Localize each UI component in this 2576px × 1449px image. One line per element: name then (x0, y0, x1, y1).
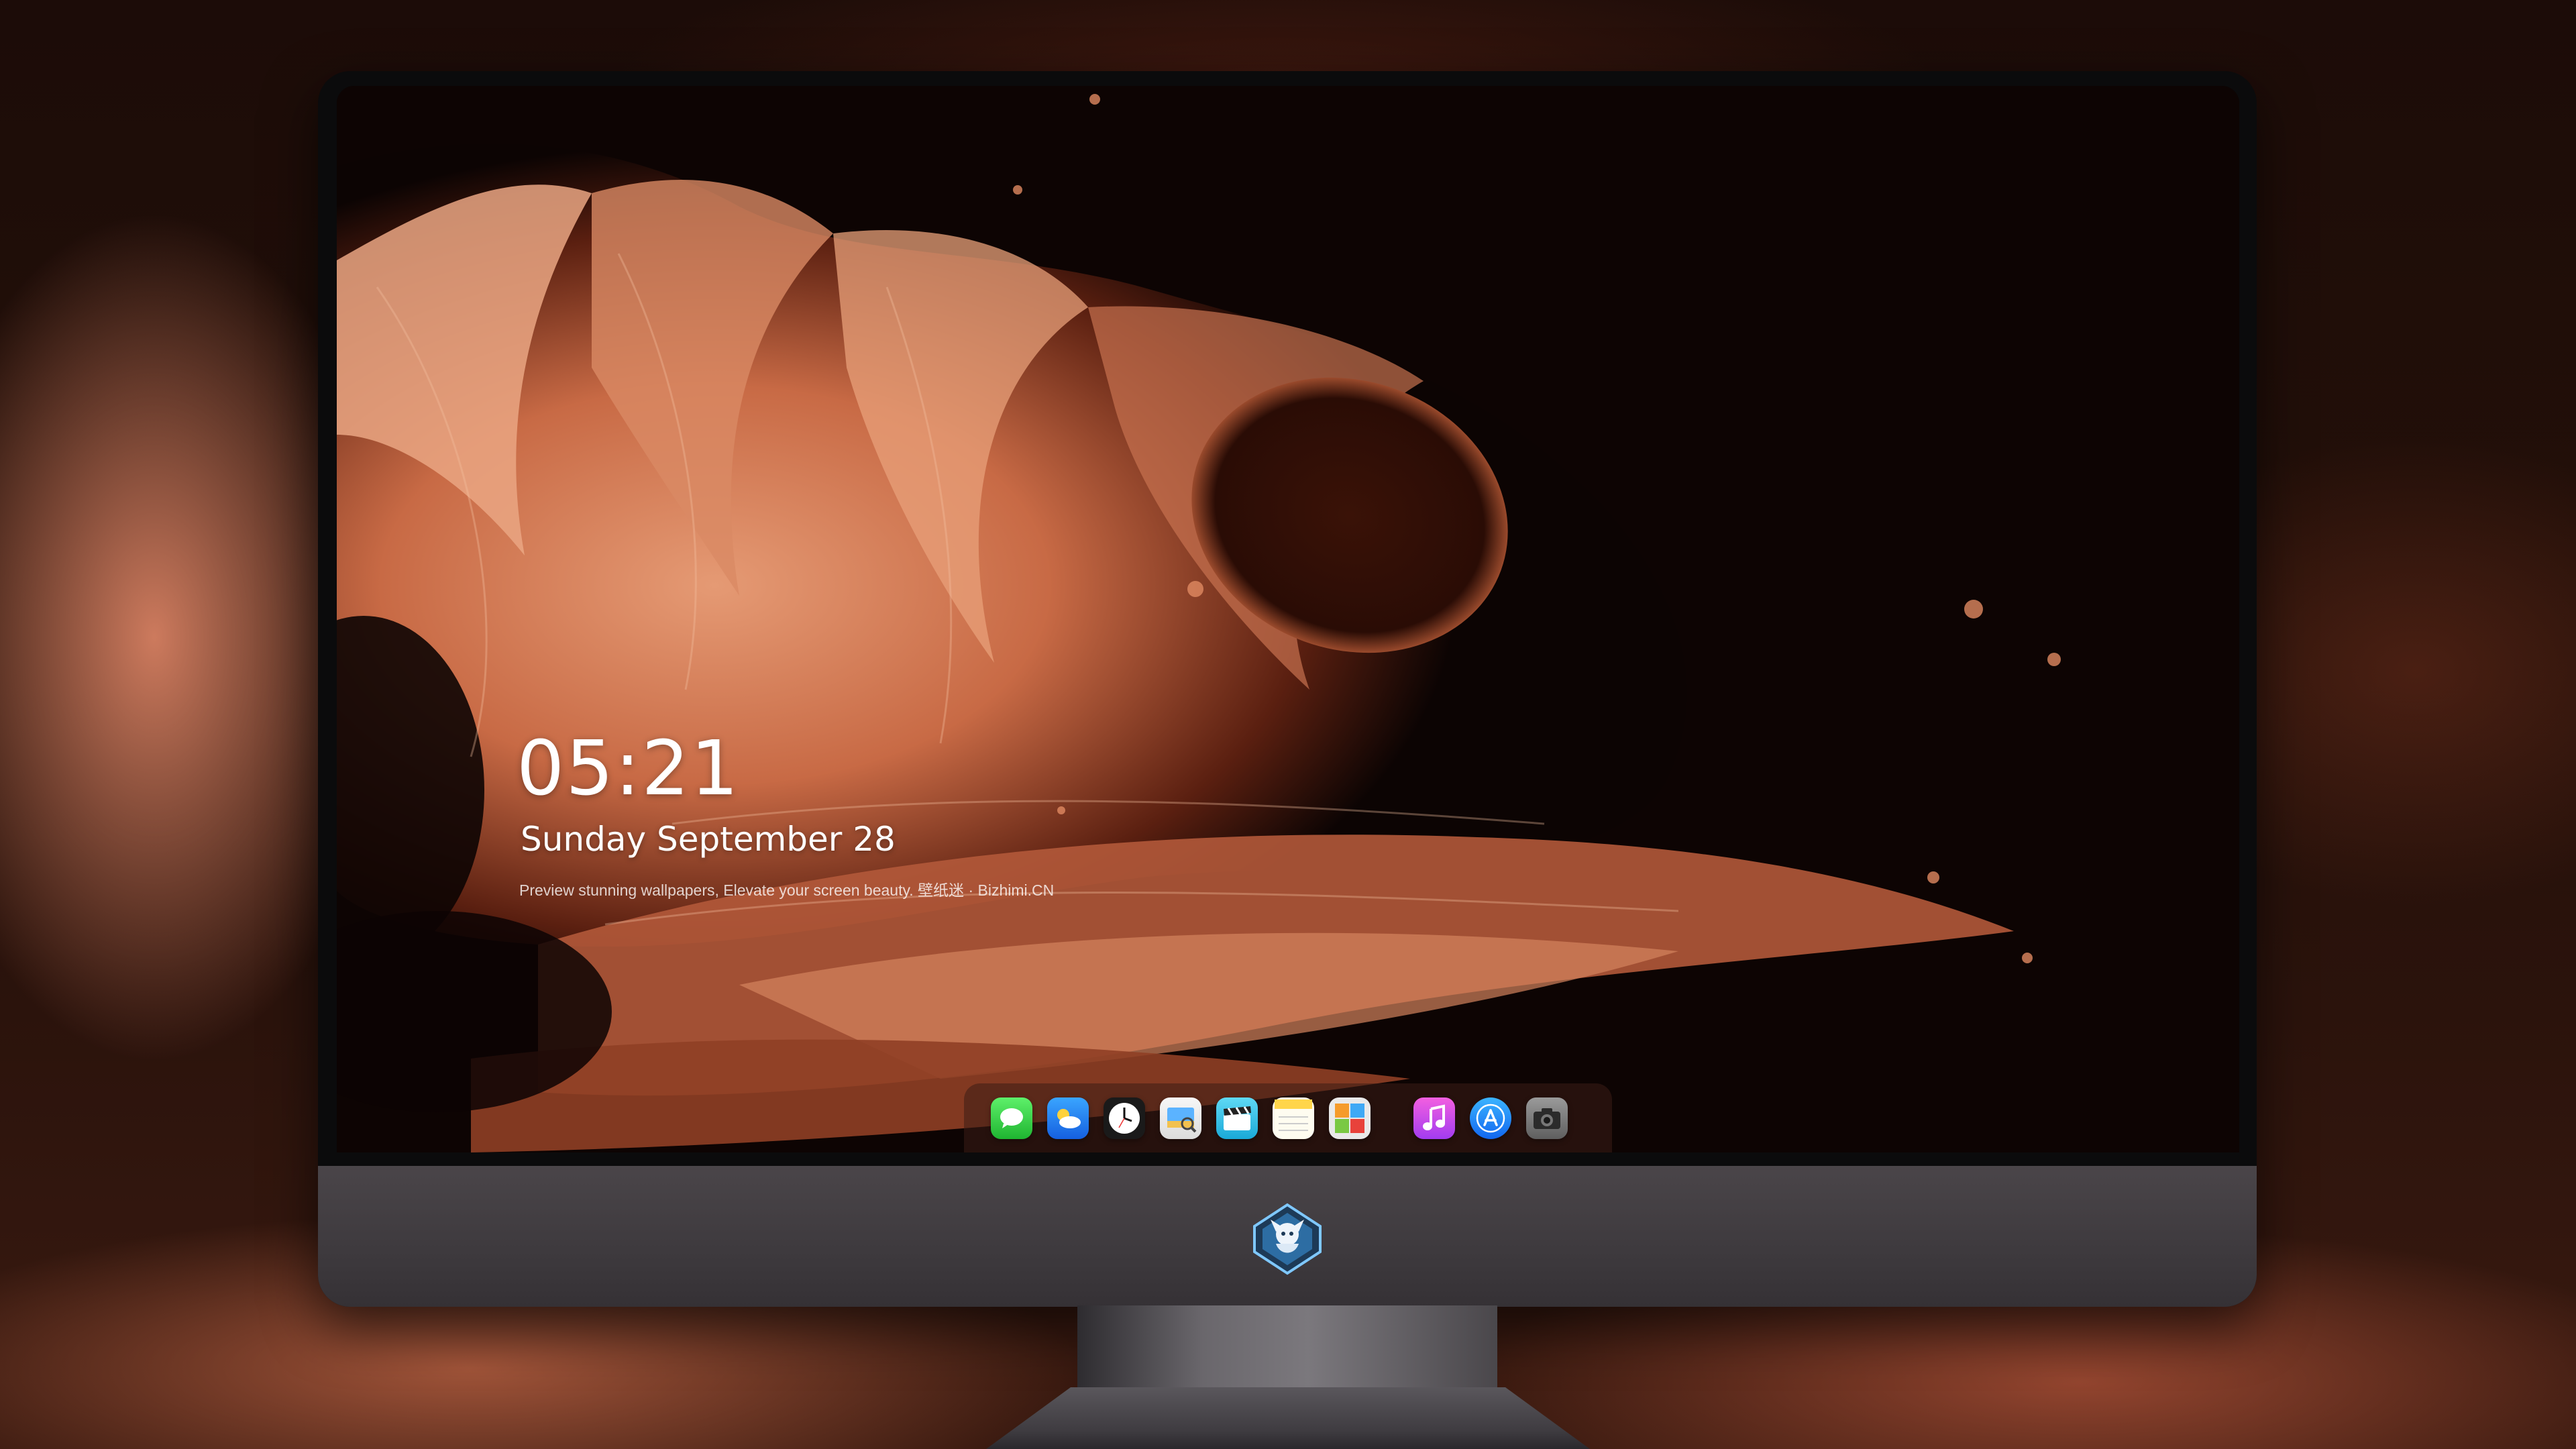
dock (964, 1083, 1612, 1152)
clips-icon[interactable] (1216, 1097, 1258, 1139)
monitor-stand-base (986, 1387, 1590, 1449)
monitor-stand-neck (1077, 1305, 1497, 1389)
photo-booth-icon[interactable] (1329, 1097, 1371, 1139)
messages-icon[interactable] (991, 1097, 1032, 1139)
lock-date: Sunday September 28 (521, 820, 896, 859)
lock-screen: 05:21 Sunday September 28 Preview stunni… (337, 86, 2239, 1152)
brand-logo-icon (1253, 1203, 1322, 1275)
itunes-icon[interactable] (1413, 1097, 1455, 1139)
lock-clock: 05:21 (517, 725, 740, 812)
wallpaper-marble-art (337, 86, 2239, 1152)
clock-icon[interactable] (1104, 1097, 1145, 1139)
lock-tagline: Preview stunning wallpapers, Elevate you… (519, 881, 1055, 899)
preview-icon[interactable] (1160, 1097, 1201, 1139)
notes-icon[interactable] (1273, 1097, 1314, 1139)
weather-icon[interactable] (1047, 1097, 1089, 1139)
app-store-icon[interactable] (1470, 1097, 1511, 1139)
camera-icon[interactable] (1526, 1097, 1568, 1139)
